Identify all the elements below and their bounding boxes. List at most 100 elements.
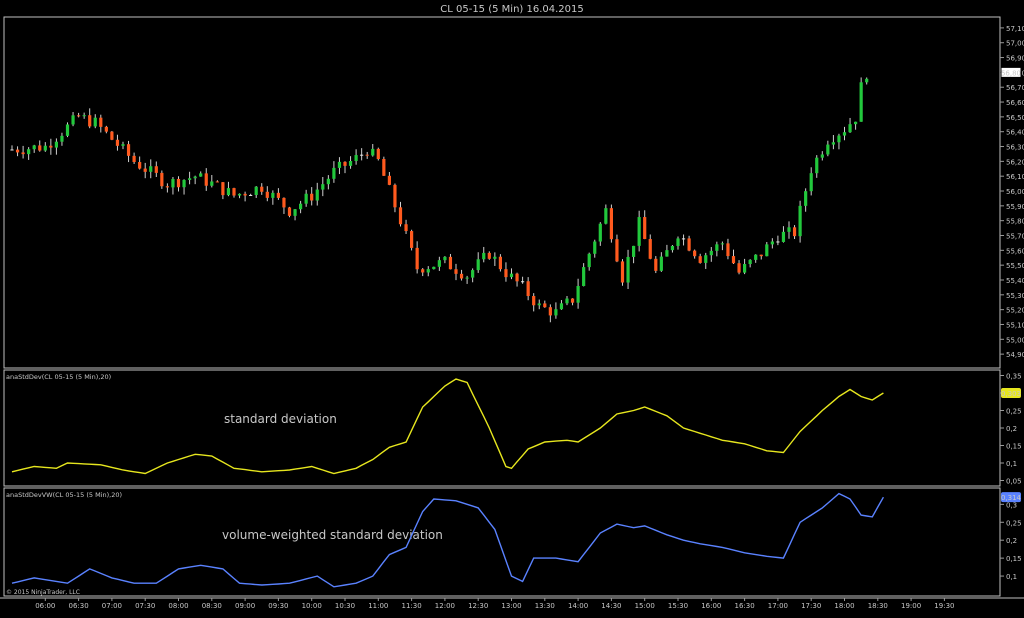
candle-body xyxy=(820,154,824,158)
candle-body xyxy=(171,178,175,188)
candle-body xyxy=(620,261,625,283)
candle-body xyxy=(287,207,292,216)
candle-body xyxy=(815,157,819,174)
candle-body xyxy=(748,259,752,265)
copyright-text: © 2015 NinjaTrader, LLC xyxy=(6,589,80,596)
candle-body xyxy=(659,256,663,271)
candle-body xyxy=(182,179,186,188)
candle-body xyxy=(604,208,608,224)
candle-body xyxy=(504,269,508,278)
time-tick-label: 14:00 xyxy=(568,602,588,610)
price-tick-label: 57,10 xyxy=(1006,25,1024,33)
candle-body xyxy=(271,192,275,198)
candle-body xyxy=(27,149,31,155)
candle-body xyxy=(454,269,458,274)
time-tick-label: 08:30 xyxy=(202,602,222,610)
candle-body xyxy=(154,166,158,173)
indicator-tick-label: 0,3 xyxy=(1006,501,1017,509)
candle-body xyxy=(693,250,697,257)
time-tick-label: 15:00 xyxy=(635,602,655,610)
candle-body xyxy=(737,263,741,273)
candle-body xyxy=(565,298,569,304)
candle-body xyxy=(476,259,480,271)
candle-body xyxy=(443,256,447,261)
candle-body xyxy=(110,131,114,140)
candle-body xyxy=(382,158,386,176)
candle-body xyxy=(432,266,436,270)
candle-body xyxy=(643,217,647,240)
price-tick-label: 55,10 xyxy=(1006,321,1024,329)
candle-body xyxy=(371,148,375,156)
candle-body xyxy=(193,176,197,179)
candle-body xyxy=(654,258,658,271)
indicator-annotation: standard deviation xyxy=(224,412,337,426)
candle-body xyxy=(676,238,680,246)
candle-body xyxy=(32,145,36,150)
indicator-last-label: 0,314 xyxy=(1001,494,1022,502)
candle-body xyxy=(315,189,319,201)
candle-body xyxy=(471,270,475,278)
candle-body xyxy=(637,217,641,246)
candle-body xyxy=(82,115,86,117)
candle-body xyxy=(548,307,552,316)
candle-body xyxy=(404,224,408,232)
candle-body xyxy=(559,303,564,310)
time-tick-label: 16:30 xyxy=(735,602,755,610)
price-tick-label: 55,50 xyxy=(1006,262,1024,270)
indicator-line xyxy=(11,378,884,475)
candle-body xyxy=(237,193,242,196)
indicator-title: anaStdDevVW(CL 05-15 (5 Min),20) xyxy=(6,491,122,499)
candle-body xyxy=(509,273,514,278)
candle-body xyxy=(243,193,247,196)
candle-body xyxy=(326,178,330,185)
indicator-tick-label: 0,15 xyxy=(1006,555,1022,563)
candle-body xyxy=(515,273,519,282)
price-tick-label: 56,60 xyxy=(1006,99,1024,107)
candle-body xyxy=(204,173,208,186)
candle-body xyxy=(232,188,236,196)
price-tick-label: 55,00 xyxy=(1006,336,1024,344)
candle-body xyxy=(126,144,131,156)
candle-body xyxy=(665,250,669,257)
candle-body xyxy=(865,78,869,83)
candle-body xyxy=(493,256,497,259)
candle-body xyxy=(54,141,58,148)
candle-body xyxy=(648,239,652,259)
candle-body xyxy=(826,144,830,155)
price-tick-label: 56,20 xyxy=(1006,158,1024,166)
chart-canvas: CL 05-15 (5 Min) 16.04.2015 57,10 57,00 56,… xyxy=(0,4,1024,610)
candle-body xyxy=(809,173,813,192)
candle-body xyxy=(104,126,108,132)
candle-body xyxy=(698,256,702,263)
candle-body xyxy=(632,245,636,257)
candle-body xyxy=(304,193,308,204)
time-tick-label: 18:00 xyxy=(834,602,854,610)
candle-body xyxy=(299,203,303,210)
price-tick-label: 56,50 xyxy=(1006,114,1024,122)
candle-body xyxy=(770,241,774,245)
candle-body xyxy=(587,253,591,268)
chart-title: CL 05-15 (5 Min) 16.04.2015 xyxy=(440,4,584,15)
price-tick-label: 55,90 xyxy=(1006,203,1024,211)
candle-body xyxy=(837,135,841,143)
candle-body xyxy=(360,154,364,156)
candle-body xyxy=(10,149,14,151)
candle-body xyxy=(60,135,64,142)
candle-body xyxy=(65,124,70,136)
time-tick-label: 11:00 xyxy=(368,602,388,610)
time-tick-label: 08:00 xyxy=(168,602,188,610)
candle-body xyxy=(754,254,758,260)
price-tick-label: 55,60 xyxy=(1006,247,1024,255)
time-tick-label: 06:00 xyxy=(35,602,55,610)
candle-body xyxy=(321,184,325,190)
indicator-line xyxy=(11,492,885,588)
candle-body xyxy=(681,238,686,240)
price-tick-label: 57,00 xyxy=(1006,40,1024,48)
candle-body xyxy=(199,173,203,177)
candle-body xyxy=(743,264,747,273)
indicator-tick-label: 0,15 xyxy=(1006,443,1022,451)
price-tick-label: 56,70 xyxy=(1006,84,1024,92)
candle-body xyxy=(787,227,791,232)
candle-body xyxy=(49,145,53,148)
candle-body xyxy=(282,197,286,208)
